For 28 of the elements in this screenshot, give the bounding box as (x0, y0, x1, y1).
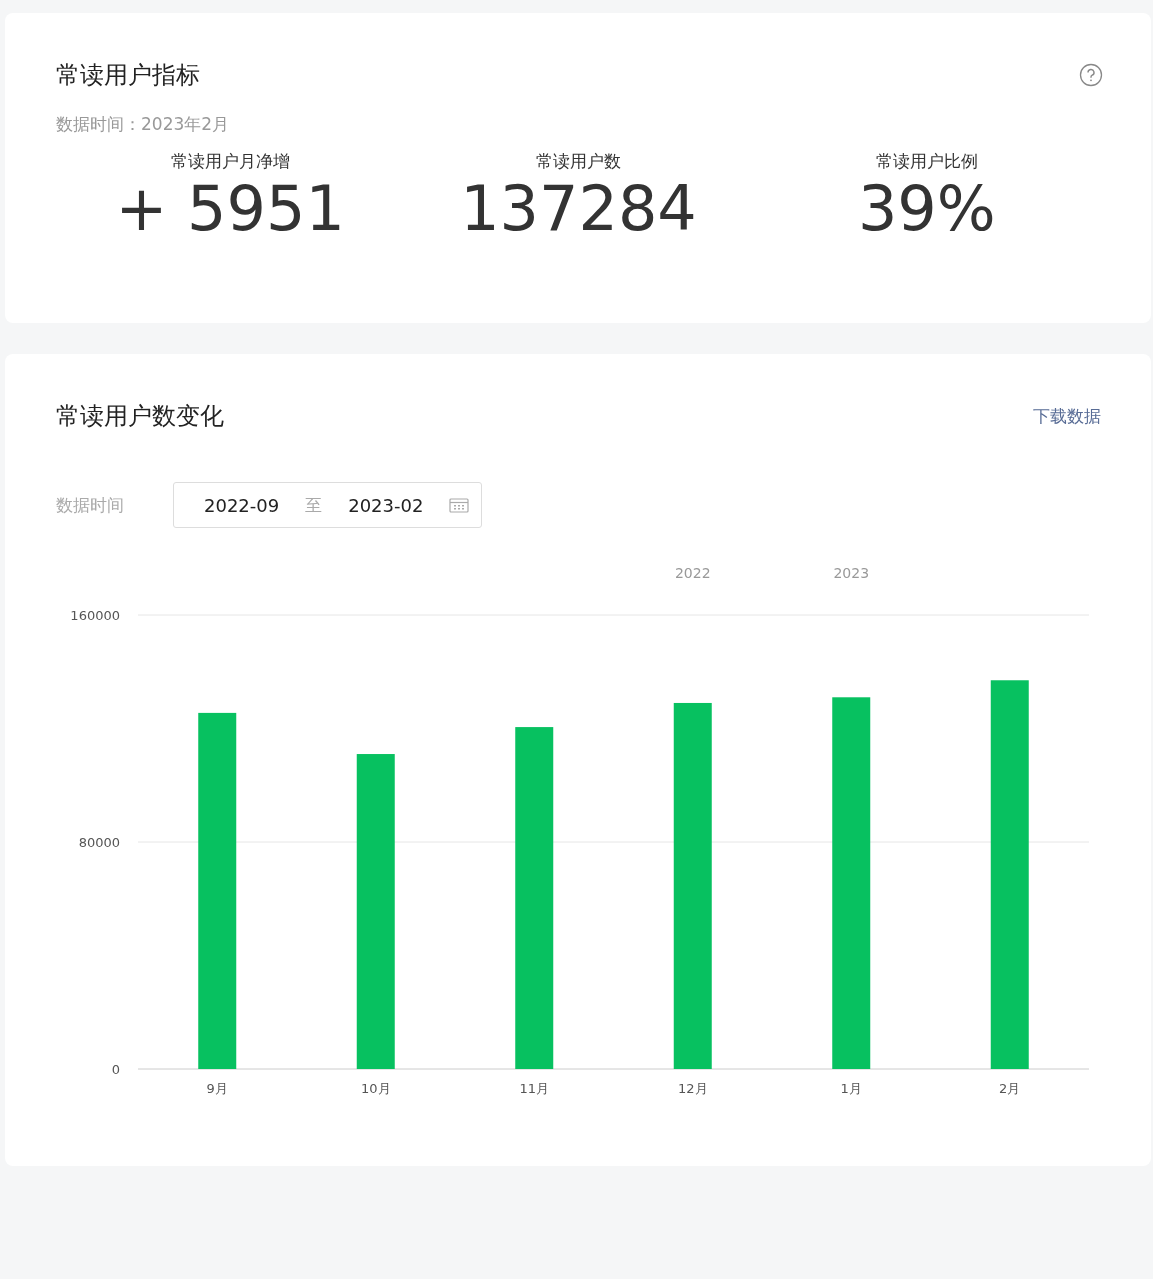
start-date: 2022-09 (204, 494, 280, 516)
axis-label: 9月 (206, 1081, 228, 1096)
axis-label: 0 (111, 1062, 120, 1077)
year-label: 2023 (833, 565, 870, 581)
metric-label: 常读用户比例 (874, 150, 979, 173)
axis-label: 160000 (70, 608, 120, 623)
card-title: 常读用户指标 (56, 60, 200, 91)
range-label: 数据时间 (56, 493, 125, 517)
download-link[interactable]: 下载数据 (1033, 404, 1101, 428)
end-date: 2023-02 (348, 494, 424, 516)
metric-label: 常读用户月净增 (169, 150, 291, 173)
metric-value: + 5951 (114, 175, 346, 244)
axis-label: 11月 (519, 1081, 549, 1096)
axis-label: 12月 (678, 1081, 708, 1096)
date-range-picker[interactable]: 2022-09 至 2023-02 (173, 482, 483, 528)
axis-label: 10月 (361, 1081, 391, 1096)
card-title: 常读用户数变化 (56, 401, 224, 432)
data-time: 数据时间：2023年2月 (56, 113, 231, 136)
metric-value: 137284 (459, 175, 698, 244)
help-icon[interactable] (1079, 63, 1103, 87)
axis-label: 80000 (78, 835, 120, 850)
metric-label: 常读用户数 (535, 150, 622, 173)
range-separator: 至 (305, 493, 323, 517)
axis-label: 2月 (999, 1081, 1021, 1096)
year-label: 2022 (674, 565, 711, 581)
calendar-icon (449, 497, 470, 513)
axis-label: 1月 (840, 1081, 862, 1096)
metric-value: 39% (856, 175, 997, 244)
